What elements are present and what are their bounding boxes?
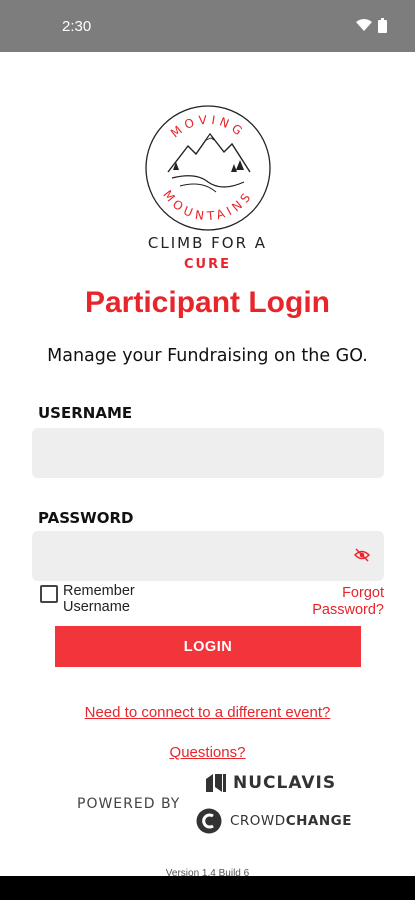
username-label: USERNAME — [38, 404, 133, 422]
nuclavis-logo: NUCLAVIS — [205, 773, 336, 793]
crowdchange-light: CROWD — [230, 813, 286, 829]
different-event-link[interactable]: Need to connect to a different event? — [0, 704, 415, 721]
username-input[interactable] — [32, 428, 384, 478]
crowdchange-icon — [196, 808, 222, 834]
forgot-password-text: Forgot Password? — [312, 585, 384, 618]
status-bar: 2:30 — [0, 0, 415, 52]
remember-username[interactable]: Remember Username — [40, 583, 153, 615]
nuclavis-icon — [206, 774, 226, 792]
svg-text:MOUNTAINS: MOUNTAINS — [160, 188, 255, 224]
powered-by-label: POWERED BY — [77, 796, 181, 812]
password-field[interactable] — [32, 531, 384, 581]
crowdchange-bold: CHANGE — [285, 813, 352, 829]
visibility-off-icon[interactable] — [354, 547, 370, 563]
crowdchange-logo: CROWDCHANGE — [196, 808, 352, 834]
login-button[interactable]: LOGIN — [55, 626, 361, 667]
login-screen: 2:30 MOVING MOUNTAINS CLIMB FOR A CURE P… — [0, 0, 415, 900]
username-field[interactable] — [32, 428, 384, 478]
logo-tagline: CLIMB FOR A — [147, 234, 268, 252]
password-label: PASSWORD — [38, 509, 134, 527]
page-subtitle: Manage your Fundraising on the GO. — [47, 346, 368, 366]
logo-bottom-text: MOUNTAINS — [160, 188, 251, 224]
status-icons — [356, 18, 387, 33]
nuclavis-text: NUCLAVIS — [233, 773, 337, 793]
system-nav-bar — [0, 876, 415, 900]
forgot-password-link[interactable]: Forgot Password? — [302, 585, 384, 619]
battery-icon — [378, 18, 387, 33]
mountain-logo-icon: MOVING MOUNTAINS — [145, 105, 271, 231]
password-input[interactable] — [32, 531, 384, 581]
logo-cure: CURE — [184, 257, 231, 272]
status-time: 2:30 — [62, 18, 92, 35]
remember-label: Remember Username — [63, 583, 135, 615]
crowdchange-text: CROWDCHANGE — [230, 813, 352, 829]
wifi-icon — [356, 19, 372, 31]
remember-checkbox[interactable] — [40, 585, 58, 603]
questions-link[interactable]: Questions? — [0, 744, 415, 761]
page-title: Participant Login — [84, 286, 330, 319]
event-logo: MOVING MOUNTAINS CLIMB FOR A CURE — [0, 102, 415, 277]
